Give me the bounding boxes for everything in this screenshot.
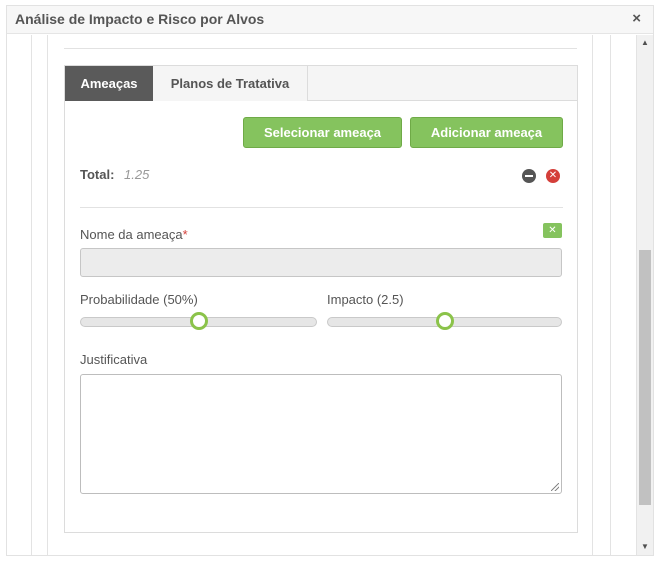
threat-name-label: Nome da ameaça* <box>80 227 188 242</box>
close-icon[interactable]: × <box>632 10 641 27</box>
add-threat-button[interactable]: Adicionar ameaça <box>410 117 563 148</box>
total-label: Total: <box>80 167 115 182</box>
probability-slider[interactable] <box>80 312 317 330</box>
remove-circle-icon[interactable]: ✕ <box>546 169 560 183</box>
dialog-titlebar: Análise de Impacto e Risco por Alvos × <box>7 6 653 34</box>
resize-grip-icon[interactable] <box>551 483 559 491</box>
justification-label: Justificativa <box>80 352 148 367</box>
justification-textarea[interactable] <box>80 374 562 494</box>
threat-name-input[interactable] <box>80 248 562 277</box>
threats-panel: Ameaças Planos de Tratativa Selecionar a… <box>64 65 578 533</box>
divider-line <box>47 35 48 555</box>
impact-slider-handle[interactable] <box>436 312 454 330</box>
scroll-down-arrow-icon[interactable]: ▼ <box>637 539 653 555</box>
select-threat-button[interactable]: Selecionar ameaça <box>243 117 402 148</box>
divider-line <box>610 35 611 555</box>
total-value: 1.25 <box>124 167 150 182</box>
scroll-up-arrow-icon[interactable]: ▲ <box>637 35 653 51</box>
divider-line <box>80 207 563 208</box>
tab-bar: Ameaças Planos de Tratativa <box>65 66 577 101</box>
vertical-scrollbar[interactable]: ▲ ▼ <box>636 35 653 555</box>
required-mark: * <box>182 227 188 242</box>
probability-slider-handle[interactable] <box>190 312 208 330</box>
divider-line <box>31 35 32 555</box>
impact-label: Impacto (2.5) <box>327 292 404 307</box>
dialog-window: Análise de Impacto e Risco por Alvos × ▲… <box>6 5 654 556</box>
impact-slider[interactable] <box>327 312 562 330</box>
scroll-thumb[interactable] <box>639 250 651 505</box>
tab-treatment-plans[interactable]: Planos de Tratativa <box>153 66 308 101</box>
minus-circle-icon[interactable] <box>522 169 536 183</box>
probability-label: Probabilidade (50%) <box>80 292 198 307</box>
divider-line <box>64 48 577 49</box>
tab-threats[interactable]: Ameaças <box>65 66 153 101</box>
dialog-title: Análise de Impacto e Risco por Alvos <box>15 11 265 27</box>
close-icon[interactable]: ✕ <box>543 223 562 238</box>
divider-line <box>592 35 593 555</box>
